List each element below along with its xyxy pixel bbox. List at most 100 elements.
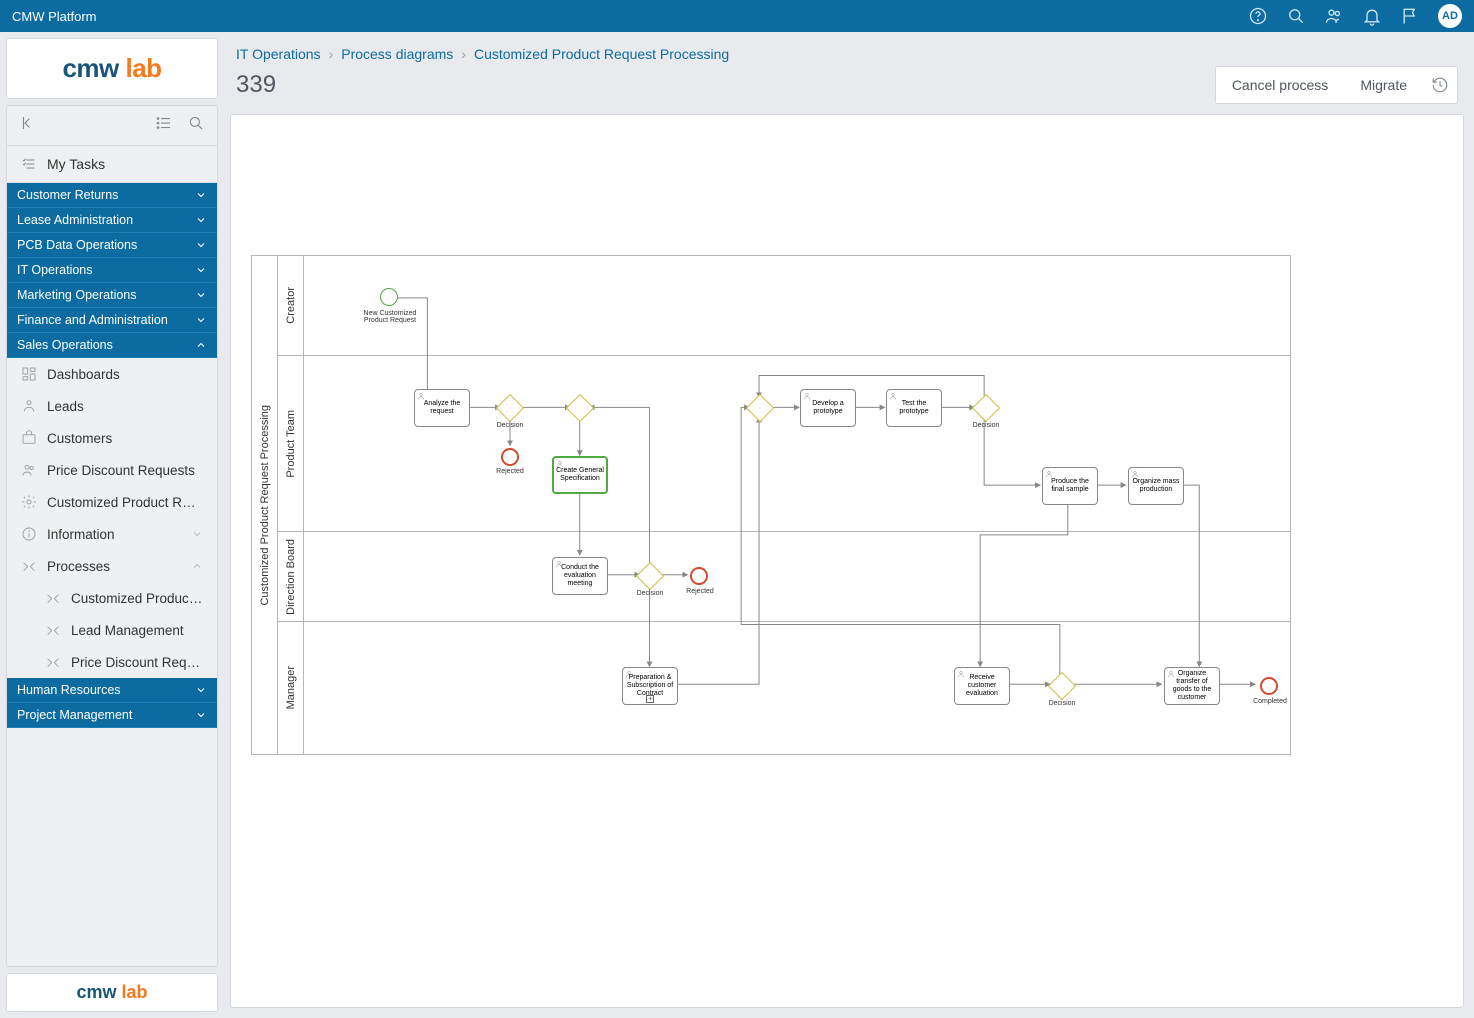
- nav-sub-price-disc[interactable]: Price Discount Reques…: [7, 646, 217, 678]
- leads-icon: [21, 398, 37, 414]
- nav-sub-custom-product[interactable]: Customized Product R…: [7, 582, 217, 614]
- cancel-process-button[interactable]: Cancel process: [1218, 69, 1343, 101]
- gateway-label: Decision: [966, 422, 1006, 429]
- pool-title: Customized Product Request Processing: [252, 256, 278, 754]
- chevron-down-icon: [191, 528, 203, 540]
- user-task-icon: [957, 670, 965, 678]
- nav-group-pcb-data[interactable]: PCB Data Operations: [7, 233, 217, 258]
- end-event-label: Rejected: [670, 588, 730, 595]
- topbar: CMW Platform AD: [0, 0, 1474, 32]
- task-receive-eval[interactable]: Receive customer evaluation: [954, 667, 1010, 705]
- breadcrumb-link[interactable]: IT Operations: [236, 46, 321, 62]
- task-analyze[interactable]: Analyze the request: [414, 389, 470, 427]
- gateway-label: Decision: [490, 422, 530, 429]
- subprocess-icon: [646, 695, 654, 703]
- sidenav-tools: [7, 106, 217, 146]
- nav-group-customer-returns[interactable]: Customer Returns: [7, 183, 217, 208]
- end-event-label: Completed: [1240, 698, 1300, 705]
- chevron-up-icon: [195, 339, 207, 351]
- user-task-icon: [556, 460, 564, 468]
- task-prep-contract[interactable]: Preparation & Subscription of Contract: [622, 667, 678, 705]
- app-title: CMW Platform: [12, 9, 1248, 24]
- nav-group-sales[interactable]: Sales Operations: [7, 333, 217, 358]
- nav-item-customers[interactable]: Customers: [7, 422, 217, 454]
- nav-item-processes[interactable]: Processes: [7, 550, 217, 582]
- users-icon[interactable]: [1324, 6, 1344, 26]
- user-task-icon: [625, 670, 633, 678]
- task-test-proto[interactable]: Test the prototype: [886, 389, 942, 427]
- nav-group-finance[interactable]: Finance and Administration: [7, 308, 217, 333]
- start-event[interactable]: [380, 288, 398, 306]
- nav-group-it-ops[interactable]: IT Operations: [7, 258, 217, 283]
- history-icon[interactable]: [1431, 76, 1449, 94]
- nav-item-discounts[interactable]: Price Discount Requests: [7, 454, 217, 486]
- lane-creator: Creator: [278, 256, 1290, 356]
- task-conduct-eval[interactable]: Conduct the evaluation meeting: [552, 557, 608, 595]
- content: IT Operations › Process diagrams › Custo…: [224, 32, 1474, 1018]
- logo: cmw lab: [62, 53, 161, 84]
- end-event-rejected-2[interactable]: [690, 567, 708, 585]
- task-create-spec[interactable]: Create General Specification: [552, 456, 608, 494]
- avatar[interactable]: AD: [1438, 4, 1462, 28]
- process-icon: [45, 622, 61, 638]
- page-title: 339: [236, 71, 276, 99]
- migrate-button[interactable]: Migrate: [1346, 69, 1421, 101]
- nav-item-leads[interactable]: Leads: [7, 390, 217, 422]
- chevron-down-icon: [195, 189, 207, 201]
- info-icon: [21, 526, 37, 542]
- page-header: 339 Cancel process Migrate: [230, 66, 1464, 114]
- end-event-label: Rejected: [480, 468, 540, 475]
- logo-card: cmw lab: [6, 38, 218, 99]
- end-event-rejected-1[interactable]: [501, 448, 519, 466]
- collapse-sidebar-icon[interactable]: [19, 114, 37, 137]
- task-develop-proto[interactable]: Develop a prototype: [800, 389, 856, 427]
- lane-product-team: Product Team: [278, 356, 1290, 532]
- pool: Customized Product Request Processing Cr…: [251, 255, 1291, 755]
- diagram-canvas[interactable]: Customized Product Request Processing Cr…: [230, 114, 1464, 1008]
- page-actions: Cancel process Migrate: [1215, 66, 1458, 104]
- chevron-down-icon: [195, 264, 207, 276]
- nav-group-lease-admin[interactable]: Lease Administration: [7, 208, 217, 233]
- nav-group-hr[interactable]: Human Resources: [7, 678, 217, 703]
- chevron-down-icon: [195, 289, 207, 301]
- footer-logo: cmw lab: [6, 973, 218, 1012]
- customers-icon: [21, 430, 37, 446]
- end-event-completed[interactable]: [1260, 677, 1278, 695]
- user-task-icon: [1167, 670, 1175, 678]
- help-icon[interactable]: [1248, 6, 1268, 26]
- gateway-label: Decision: [1042, 700, 1082, 707]
- breadcrumb-link[interactable]: Customized Product Request Processing: [474, 46, 729, 62]
- user-task-icon: [555, 560, 563, 568]
- search-icon[interactable]: [1286, 6, 1306, 26]
- nav-group-marketing[interactable]: Marketing Operations: [7, 283, 217, 308]
- gear-icon: [21, 494, 37, 510]
- task-produce-sample[interactable]: Produce the final sample: [1042, 467, 1098, 505]
- sidenav: My Tasks Customer Returns Lease Administ…: [6, 105, 218, 967]
- user-task-icon: [1131, 470, 1139, 478]
- nav-sub-lead-mgmt[interactable]: Lead Management: [7, 614, 217, 646]
- search-sidebar-icon[interactable]: [187, 114, 205, 132]
- nav-group-project-mgmt[interactable]: Project Management: [7, 703, 217, 728]
- start-event-label: New Customized Product Request: [360, 310, 420, 324]
- chevron-up-icon: [191, 560, 203, 572]
- chevron-down-icon: [195, 709, 207, 721]
- breadcrumb-link[interactable]: Process diagrams: [341, 46, 453, 62]
- nav-item-dashboards[interactable]: Dashboards: [7, 358, 217, 390]
- nav-item-information[interactable]: Information: [7, 518, 217, 550]
- chevron-down-icon: [195, 314, 207, 326]
- sidebar: cmw lab My Tasks Customer Returns Lease …: [0, 32, 224, 1018]
- chevron-down-icon: [195, 214, 207, 226]
- user-task-icon: [1045, 470, 1053, 478]
- chevron-down-icon: [195, 684, 207, 696]
- lane-manager: Manager: [278, 622, 1290, 755]
- list-icon[interactable]: [155, 114, 173, 132]
- topbar-icons: AD: [1248, 4, 1462, 28]
- lane-direction-board: Direction Board: [278, 532, 1290, 622]
- process-icon: [45, 654, 61, 670]
- task-organize-mass[interactable]: Organize mass production: [1128, 467, 1184, 505]
- my-tasks[interactable]: My Tasks: [7, 146, 217, 183]
- task-organize-transfer[interactable]: Organize transfer of goods to the custom…: [1164, 667, 1220, 705]
- nav-item-custom-product[interactable]: Customized Product Reque…: [7, 486, 217, 518]
- bell-icon[interactable]: [1362, 6, 1382, 26]
- flag-icon[interactable]: [1400, 6, 1420, 26]
